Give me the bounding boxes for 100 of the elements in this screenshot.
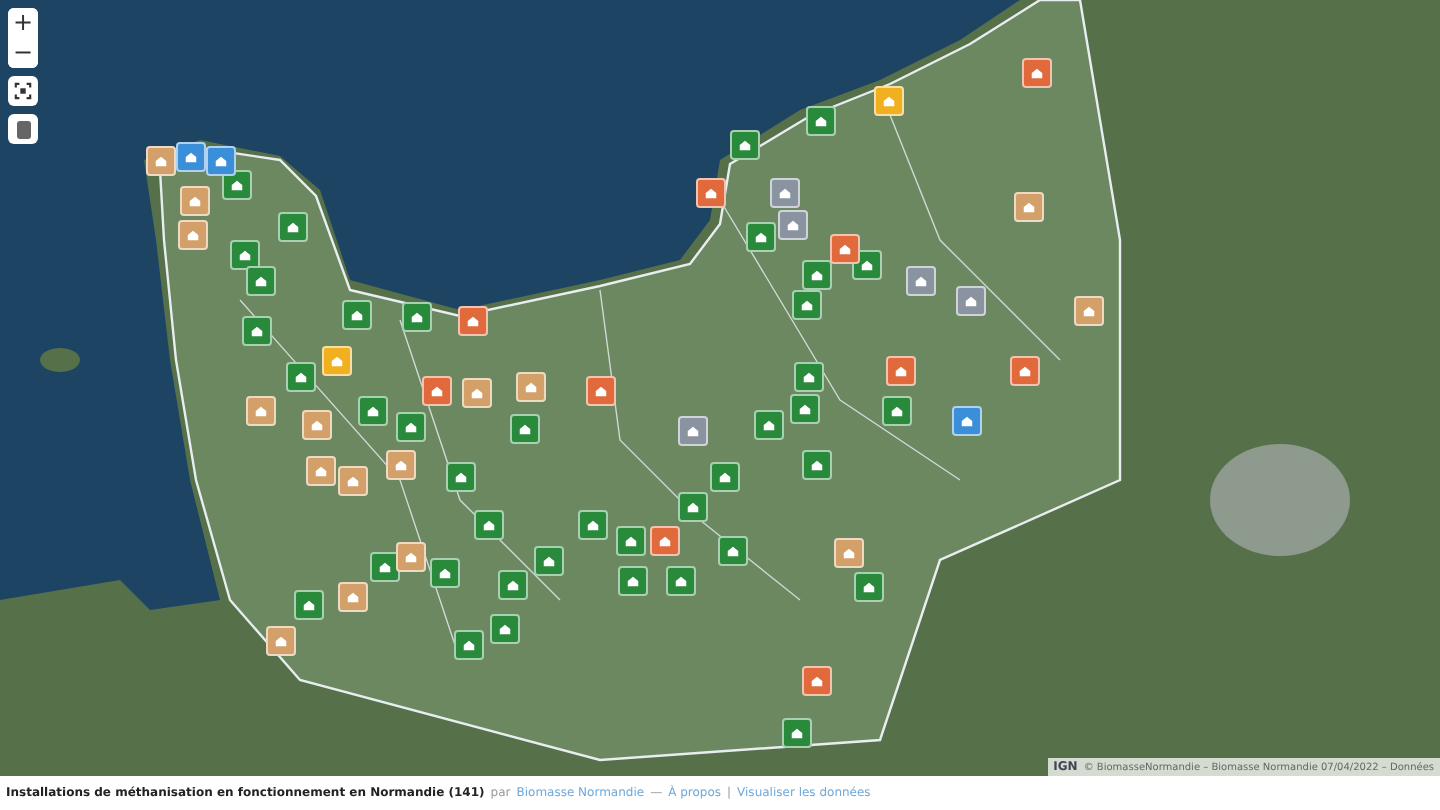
map-marker[interactable] xyxy=(1022,58,1052,88)
map-marker[interactable] xyxy=(246,266,276,296)
map-marker[interactable] xyxy=(782,718,812,748)
map-marker[interactable] xyxy=(534,546,564,576)
map-marker[interactable] xyxy=(792,290,822,320)
map-marker[interactable] xyxy=(516,372,546,402)
map-marker[interactable] xyxy=(778,210,808,240)
plant-icon xyxy=(674,574,688,588)
map-marker[interactable] xyxy=(906,266,936,296)
plant-icon xyxy=(754,230,768,244)
map-marker[interactable] xyxy=(666,566,696,596)
map-marker[interactable] xyxy=(180,186,210,216)
map-marker[interactable] xyxy=(578,510,608,540)
plant-icon xyxy=(350,308,364,322)
map-marker[interactable] xyxy=(458,306,488,336)
map-marker[interactable] xyxy=(616,526,646,556)
plant-icon xyxy=(586,518,600,532)
plant-icon xyxy=(366,404,380,418)
map-marker[interactable] xyxy=(874,86,904,116)
map-marker[interactable] xyxy=(386,450,416,480)
map-marker[interactable] xyxy=(342,300,372,330)
fullscreen-button[interactable] xyxy=(8,76,38,106)
map-marker[interactable] xyxy=(710,462,740,492)
map-marker[interactable] xyxy=(176,142,206,172)
plant-icon xyxy=(686,424,700,438)
plant-icon xyxy=(964,294,978,308)
map-marker[interactable] xyxy=(462,378,492,408)
map-marker[interactable] xyxy=(806,106,836,136)
map-marker[interactable] xyxy=(396,412,426,442)
plant-icon xyxy=(862,580,876,594)
map-marker[interactable] xyxy=(146,146,176,176)
map-marker[interactable] xyxy=(802,260,832,290)
map-marker[interactable] xyxy=(794,362,824,392)
map-marker[interactable] xyxy=(618,566,648,596)
map-marker[interactable] xyxy=(370,552,400,582)
map-marker[interactable] xyxy=(338,466,368,496)
map-marker[interactable] xyxy=(454,630,484,660)
map-marker[interactable] xyxy=(278,212,308,242)
plant-icon xyxy=(498,622,512,636)
map-marker[interactable] xyxy=(718,536,748,566)
map-marker[interactable] xyxy=(586,376,616,406)
map-marker[interactable] xyxy=(490,614,520,644)
map-marker[interactable] xyxy=(1010,356,1040,386)
map-marker[interactable] xyxy=(206,146,236,176)
plant-icon xyxy=(186,228,200,242)
map-marker[interactable] xyxy=(178,220,208,250)
map-marker[interactable] xyxy=(422,376,452,406)
map-marker[interactable] xyxy=(222,170,252,200)
map-marker[interactable] xyxy=(952,406,982,436)
plant-icon xyxy=(330,354,344,368)
map-marker[interactable] xyxy=(402,302,432,332)
map-marker[interactable] xyxy=(1014,192,1044,222)
layers-button[interactable] xyxy=(8,114,38,144)
map-marker[interactable] xyxy=(1074,296,1104,326)
map-marker[interactable] xyxy=(830,234,860,264)
plant-icon xyxy=(798,402,812,416)
map-marker[interactable] xyxy=(650,526,680,556)
map-marker[interactable] xyxy=(474,510,504,540)
plant-icon xyxy=(254,404,268,418)
map-marker[interactable] xyxy=(286,362,316,392)
map-marker[interactable] xyxy=(302,410,332,440)
plant-icon xyxy=(762,418,776,432)
map-marker[interactable] xyxy=(510,414,540,444)
plant-icon xyxy=(842,546,856,560)
map-marker[interactable] xyxy=(854,572,884,602)
map-marker[interactable] xyxy=(358,396,388,426)
map-marker[interactable] xyxy=(396,542,426,572)
map-marker[interactable] xyxy=(678,416,708,446)
map-marker[interactable] xyxy=(754,410,784,440)
map-marker[interactable] xyxy=(956,286,986,316)
map-marker[interactable] xyxy=(802,450,832,480)
map-marker[interactable] xyxy=(802,666,832,696)
map-marker[interactable] xyxy=(230,240,260,270)
map-marker[interactable] xyxy=(430,558,460,588)
map-marker[interactable] xyxy=(266,626,296,656)
map-marker[interactable] xyxy=(322,346,352,376)
plant-icon xyxy=(542,554,556,568)
plant-icon xyxy=(410,310,424,324)
map-marker[interactable] xyxy=(746,222,776,252)
map-marker[interactable] xyxy=(246,396,276,426)
map-marker[interactable] xyxy=(338,582,368,612)
plant-icon xyxy=(506,578,520,592)
map-marker[interactable] xyxy=(294,590,324,620)
map-marker[interactable] xyxy=(834,538,864,568)
map-marker[interactable] xyxy=(306,456,336,486)
map-marker[interactable] xyxy=(696,178,726,208)
map-marker[interactable] xyxy=(882,396,912,426)
map-marker[interactable] xyxy=(770,178,800,208)
map-marker[interactable] xyxy=(678,492,708,522)
plant-icon xyxy=(658,534,672,548)
plant-icon xyxy=(482,518,496,532)
plant-icon xyxy=(302,598,316,612)
map-marker[interactable] xyxy=(886,356,916,386)
plant-icon xyxy=(704,186,718,200)
map-marker[interactable] xyxy=(730,130,760,160)
map-marker[interactable] xyxy=(498,570,528,600)
map-marker[interactable] xyxy=(242,316,272,346)
plant-icon xyxy=(594,384,608,398)
map-marker[interactable] xyxy=(790,394,820,424)
map-marker[interactable] xyxy=(446,462,476,492)
